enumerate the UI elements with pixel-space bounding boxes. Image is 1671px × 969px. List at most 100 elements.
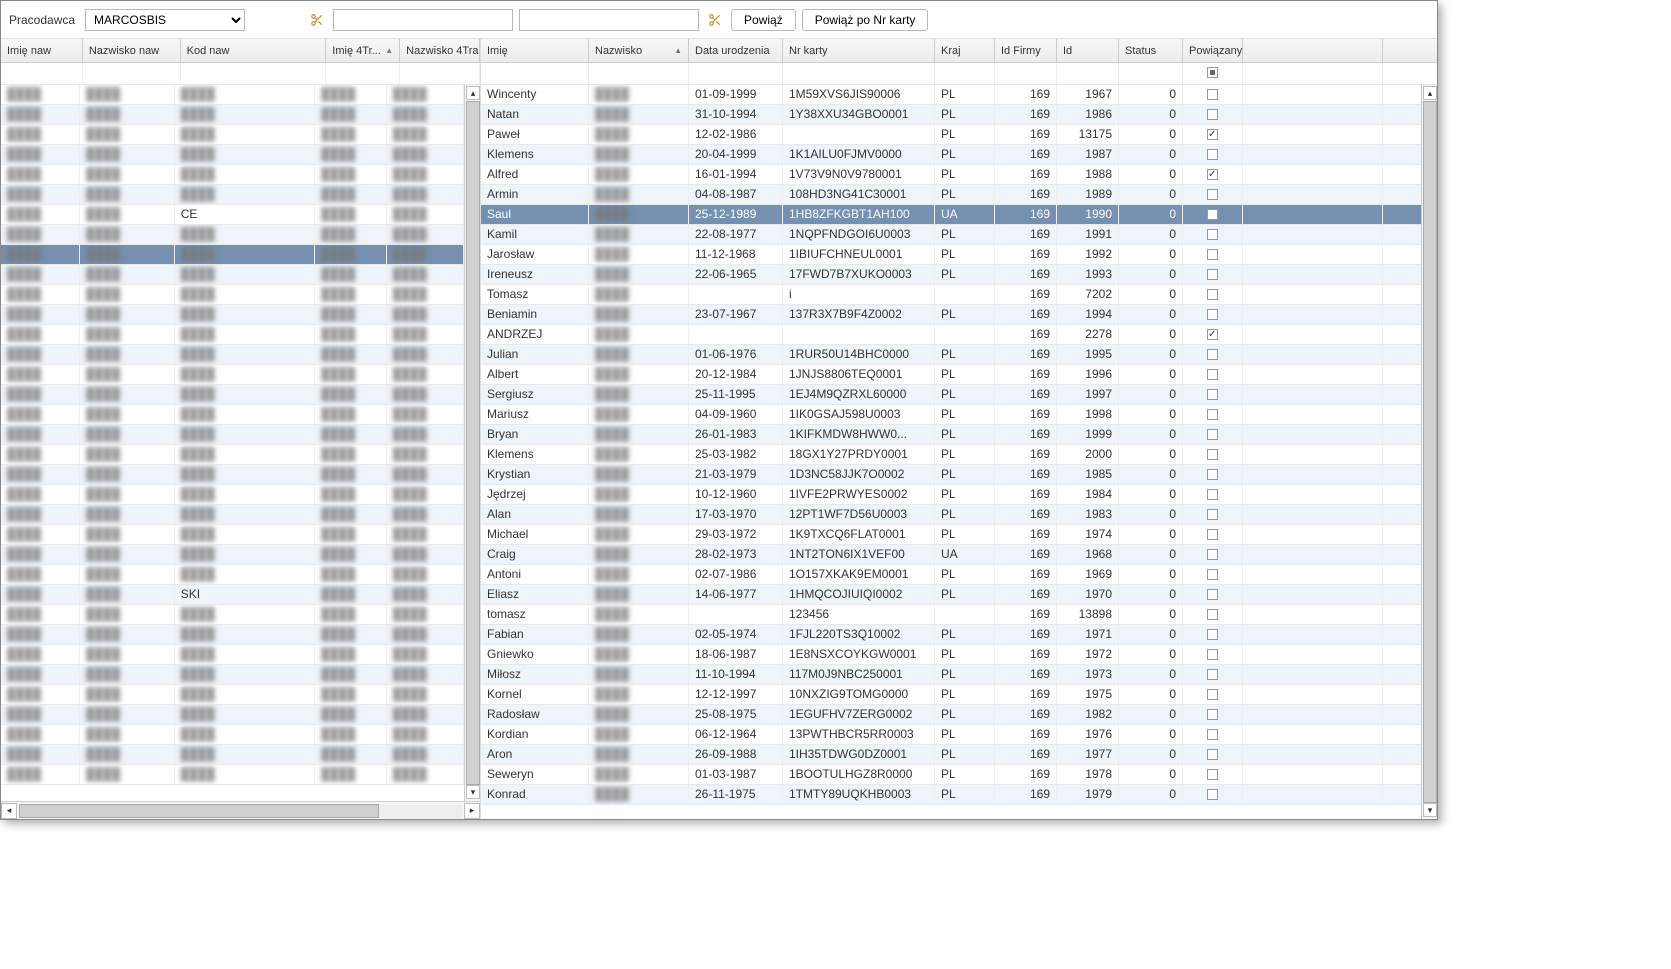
table-row[interactable]: ████████████████████	[1, 85, 464, 105]
table-row[interactable]: Radosław████25-08-19751EGUFHV7ZERG0002PL…	[481, 705, 1421, 725]
linked-checkbox[interactable]	[1183, 525, 1243, 544]
table-row[interactable]: ████████████████████	[1, 445, 464, 465]
linked-checkbox[interactable]	[1183, 285, 1243, 304]
left-filter-2[interactable]	[181, 63, 326, 83]
table-row[interactable]: ████████████████████	[1, 185, 464, 205]
table-row[interactable]: ████████████████████	[1, 765, 464, 785]
linked-checkbox[interactable]	[1183, 665, 1243, 684]
table-row[interactable]: Eliasz████14-06-19771HMQCOJIUIQI0002PL16…	[481, 585, 1421, 605]
right-filter-id[interactable]	[1057, 63, 1118, 83]
right-filter-data[interactable]	[689, 63, 782, 83]
right-filter-status[interactable]	[1119, 63, 1182, 83]
table-row[interactable]: Armin████04-08-1987108HD3NG41C30001PL169…	[481, 185, 1421, 205]
table-row[interactable]: ████████████████████	[1, 105, 464, 125]
linked-checkbox[interactable]	[1183, 245, 1243, 264]
col-imie-4trans[interactable]: Imię 4Tr...	[326, 39, 400, 62]
col-status[interactable]: Status	[1119, 39, 1183, 62]
linked-checkbox[interactable]	[1183, 685, 1243, 704]
col-data-urodzenia[interactable]: Data urodzenia	[689, 39, 783, 62]
table-row[interactable]: ANDRZEJ████16922780	[481, 325, 1421, 345]
left-hscroll[interactable]: ◂ ▸	[1, 801, 480, 819]
table-row[interactable]: Kornel████12-12-199710NXZIG9TOMG0000PL16…	[481, 685, 1421, 705]
col-id-firmy[interactable]: Id Firmy	[995, 39, 1057, 62]
table-row[interactable]: ████████████████████	[1, 465, 464, 485]
linked-checkbox[interactable]	[1183, 625, 1243, 644]
table-row[interactable]: ████████████████████	[1, 425, 464, 445]
table-row[interactable]: Kordian████06-12-196413PWTHBCR5RR0003PL1…	[481, 725, 1421, 745]
table-row[interactable]: Mariusz████04-09-19601IK0GSAJ598U0003PL1…	[481, 405, 1421, 425]
linked-checkbox[interactable]	[1183, 705, 1243, 724]
right-filter-imie[interactable]	[481, 63, 588, 83]
table-row[interactable]: ████████████████████	[1, 505, 464, 525]
table-row[interactable]: Jędrzej████10-12-19601IVFE2PRWYES0002PL1…	[481, 485, 1421, 505]
table-row[interactable]: ████████████████████	[1, 725, 464, 745]
table-row[interactable]: ████████████████████	[1, 165, 464, 185]
left-hscroll-thumb[interactable]	[19, 804, 379, 818]
table-row[interactable]: Alfred████16-01-19941V73V9N0V9780001PL16…	[481, 165, 1421, 185]
table-row[interactable]: ████████████████████	[1, 365, 464, 385]
table-row[interactable]: Tomasz████i16972020	[481, 285, 1421, 305]
linked-checkbox[interactable]	[1183, 765, 1243, 784]
table-row[interactable]: Fabian████02-05-19741FJL220TS3Q10002PL16…	[481, 625, 1421, 645]
left-vscroll-thumb[interactable]	[466, 101, 480, 785]
table-row[interactable]: Ireneusz████22-06-196517FWD7B7XUKO0003PL…	[481, 265, 1421, 285]
filter-input-2[interactable]	[519, 9, 699, 31]
linked-checkbox[interactable]	[1183, 565, 1243, 584]
table-row[interactable]: tomasz████123456169138980	[481, 605, 1421, 625]
table-row[interactable]: Sergiusz████25-11-19951EJ4M9QZRXL60000PL…	[481, 385, 1421, 405]
table-row[interactable]: Paweł████12-02-1986PL169131750	[481, 125, 1421, 145]
linked-checkbox[interactable]	[1183, 585, 1243, 604]
table-row[interactable]: Alan████17-03-197012PT1WF7D56U0003PL1691…	[481, 505, 1421, 525]
linked-checkbox[interactable]	[1183, 265, 1243, 284]
linked-checkbox[interactable]	[1183, 465, 1243, 484]
left-filter-3[interactable]	[326, 63, 399, 83]
right-filter-kraj[interactable]	[935, 63, 994, 83]
linked-checkbox[interactable]	[1183, 345, 1243, 364]
left-vscroll[interactable]: ▴ ▾	[464, 85, 480, 801]
linked-checkbox[interactable]	[1183, 745, 1243, 764]
linked-checkbox[interactable]	[1183, 605, 1243, 624]
scroll-left-icon[interactable]: ◂	[1, 803, 17, 819]
linked-checkbox[interactable]	[1183, 785, 1243, 804]
linked-checkbox[interactable]	[1183, 725, 1243, 744]
table-row[interactable]: Jarosław████11-12-19681IBIUFCHNEUL0001PL…	[481, 245, 1421, 265]
table-row[interactable]: ████████████████████	[1, 245, 464, 265]
table-row[interactable]: ████████████████████	[1, 125, 464, 145]
table-row[interactable]: ████████████████████	[1, 705, 464, 725]
table-row[interactable]: ████████████████████	[1, 745, 464, 765]
linked-checkbox[interactable]	[1183, 365, 1243, 384]
link-by-card-button[interactable]: Powiąż po Nr karty	[802, 9, 929, 31]
right-vscroll[interactable]: ▴ ▾	[1421, 85, 1437, 819]
table-row[interactable]: Beniamin████23-07-1967137R3X7B9F4Z0002PL…	[481, 305, 1421, 325]
table-row[interactable]: Craig████28-02-19731NT2TON6IX1VEF00UA169…	[481, 545, 1421, 565]
linked-checkbox[interactable]	[1183, 145, 1243, 164]
scroll-down-icon[interactable]: ▾	[466, 785, 480, 799]
scroll-up-icon[interactable]: ▴	[1423, 86, 1437, 100]
col-kraj[interactable]: Kraj	[935, 39, 995, 62]
col-imie[interactable]: Imię	[481, 39, 589, 62]
table-row[interactable]: Krystian████21-03-19791D3NC58JJK7O0002PL…	[481, 465, 1421, 485]
linked-checkbox[interactable]	[1183, 445, 1243, 464]
linked-checkbox[interactable]	[1183, 85, 1243, 104]
linked-checkbox[interactable]	[1183, 185, 1243, 204]
table-row[interactable]: Kamil████22-08-19771NQPFNDGOI6U0003PL169…	[481, 225, 1421, 245]
table-row[interactable]: Klemens████20-04-19991K1AILU0FJMV0000PL1…	[481, 145, 1421, 165]
table-row[interactable]: ████████████████████	[1, 385, 464, 405]
table-row[interactable]: ████████████████████	[1, 565, 464, 585]
right-filter-powiazany-icon[interactable]	[1207, 67, 1218, 78]
cut-icon-2[interactable]	[705, 10, 725, 30]
col-nr-karty[interactable]: Nr karty	[783, 39, 935, 62]
employer-select[interactable]: MARCOSBIS	[85, 9, 245, 31]
left-filter-1[interactable]	[83, 63, 180, 83]
table-row[interactable]: Klemens████25-03-198218GX1Y27PRDY0001PL1…	[481, 445, 1421, 465]
col-id[interactable]: Id	[1057, 39, 1119, 62]
linked-checkbox[interactable]	[1183, 165, 1243, 184]
table-row[interactable]: Natan████31-10-19941Y38XXU34GBO0001PL169…	[481, 105, 1421, 125]
table-row[interactable]: ████████SKI████████	[1, 585, 464, 605]
table-row[interactable]: ████████████████████	[1, 525, 464, 545]
table-row[interactable]: Michael████29-03-19721K9TXCQ6FLAT0001PL1…	[481, 525, 1421, 545]
linked-checkbox[interactable]	[1183, 385, 1243, 404]
linked-checkbox[interactable]	[1183, 325, 1243, 344]
linked-checkbox[interactable]	[1183, 225, 1243, 244]
table-row[interactable]: ████████████████████	[1, 225, 464, 245]
